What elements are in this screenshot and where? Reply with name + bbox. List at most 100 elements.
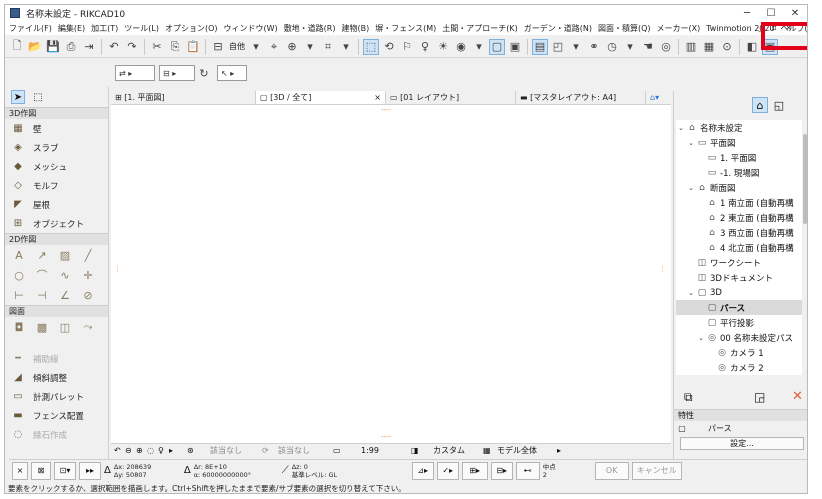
expand-icon[interactable]: ⌄ <box>676 124 686 132</box>
filter-dropdown-1[interactable]: 該当なし <box>210 445 262 456</box>
midpoint-setting[interactable]: 中点 2 <box>543 463 579 479</box>
nudge-icon[interactable]: ▸▸ <box>79 461 101 480</box>
sun-icon[interactable]: ☀ <box>435 39 451 55</box>
level-dim-icon[interactable]: ⊣ <box>34 289 50 302</box>
menu-tools[interactable]: ツール(L) <box>124 23 159 34</box>
menu-modify[interactable]: 加工(T) <box>91 23 118 34</box>
tree-item[interactable]: ⌄ ▢ 3D <box>676 285 802 300</box>
snap-option-icon[interactable]: ⊡▾ <box>54 461 76 480</box>
angle-dim-icon[interactable]: ∠ <box>57 289 73 302</box>
tree-item[interactable]: ◎ カメラ 2 <box>676 360 802 375</box>
offset-icon[interactable]: ⊞▸ <box>461 461 488 480</box>
tree-item[interactable]: ◫ 3Dドキュメント <box>676 270 802 285</box>
tab-layout[interactable]: ▭ [01 レイアウト] <box>386 91 516 104</box>
settings-button[interactable]: 設定... <box>680 437 804 450</box>
open-file-icon[interactable]: 📂 <box>27 39 43 55</box>
change-icon[interactable]: ⤳ <box>80 320 96 334</box>
zoom-check-icon[interactable]: ⊙ <box>719 39 735 55</box>
drawing-icon[interactable]: ◫ <box>57 321 73 334</box>
marquee-select-icon[interactable]: ⬚ <box>31 90 45 104</box>
layer-icon[interactable]: ⊟ <box>210 39 226 55</box>
clone-icon[interactable]: ⧉ <box>684 390 693 405</box>
bottom-resize-grip[interactable]: ---- <box>381 433 391 441</box>
pointer-options-button[interactable]: ↖ ▸ <box>217 65 247 81</box>
menu-drawing[interactable]: 図面・積算(Q) <box>598 23 651 34</box>
parallel-icon[interactable]: ▣ <box>507 39 523 55</box>
label-icon[interactable]: ↗ <box>34 249 50 262</box>
guide-icon[interactable]: ⊟▸ <box>490 461 513 480</box>
tree-item[interactable]: ⌄ ⌂ 名称未設定 <box>676 120 802 135</box>
measure-icon[interactable]: ⊷ <box>515 461 540 480</box>
tree-item[interactable]: ◎ カメラ 1 <box>676 345 802 360</box>
menu-window[interactable]: ウィンドウ(W) <box>224 23 278 34</box>
tree-item[interactable]: ⌄ ◎ 00 名称未設定パス <box>676 330 802 345</box>
polyline-icon[interactable]: ⌒ <box>34 267 50 283</box>
copy-icon[interactable]: ⎘ <box>167 39 183 55</box>
menu-approach[interactable]: 土間・アプローチ(K) <box>442 23 518 34</box>
menu-building[interactable]: 建物(B) <box>342 23 370 34</box>
align-icon[interactable]: ⊿▸ <box>411 461 434 480</box>
layer-settings-icon[interactable]: ◰ <box>550 39 566 55</box>
building-icon[interactable]: ▦ <box>701 39 717 55</box>
tree-item[interactable]: ⌄ ▭ 平面図 <box>676 135 802 150</box>
hand-icon[interactable]: ☚ <box>640 39 656 55</box>
3d-canvas[interactable]: ---- ⋮ ⋮ ---- <box>111 104 671 443</box>
perspective-icon[interactable]: ▢ <box>489 38 505 55</box>
menu-site-road[interactable]: 敷地・道路(R) <box>284 23 336 34</box>
dropdown-icon[interactable]: ▾ <box>338 39 354 55</box>
figure-icon[interactable]: ▩ <box>34 321 50 334</box>
tree-item[interactable]: ▭ -1. 現場図 <box>676 165 802 180</box>
dropdown-icon[interactable]: ▾ <box>568 39 584 55</box>
section-view-header[interactable]: 図面 <box>5 305 108 317</box>
line-icon[interactable]: ╱ <box>80 249 96 262</box>
tab-3d-all[interactable]: ▢ [3D / 全て] × <box>256 91 386 104</box>
snap-icon[interactable]: ⌖ <box>266 39 282 55</box>
top-resize-grip[interactable]: ---- <box>381 106 391 114</box>
geometry-method-icon[interactable]: ⊠ <box>31 461 51 480</box>
dropdown-icon[interactable]: ▸ <box>557 446 571 455</box>
new-view-icon[interactable]: ◲ <box>754 390 765 404</box>
scroll-thumb[interactable] <box>803 134 807 224</box>
expand-icon[interactable]: ⌄ <box>686 184 696 192</box>
tree-item[interactable]: ⌂ 1 南立面 (自動再構 <box>676 195 802 210</box>
tool-roof[interactable]: ◤ 屋根 <box>5 195 108 214</box>
layer-dropdown[interactable]: カスタム <box>433 445 483 456</box>
tree-item[interactable]: ▢ パース <box>676 300 802 315</box>
arrow-select-icon[interactable]: ➤ <box>11 90 25 104</box>
rotate-view-icon[interactable]: ↻ <box>196 65 212 81</box>
render-icon[interactable]: ◉ <box>453 39 469 55</box>
coord-ra[interactable]: Δr: 8E+10 α: 60000000000° <box>194 463 280 479</box>
orbit-icon[interactable]: ⟲ <box>381 39 397 55</box>
chart-icon[interactable]: ▤ <box>532 38 548 55</box>
model-dropdown[interactable]: モデル全体 <box>497 445 557 456</box>
expand-icon[interactable]: ⌄ <box>696 334 706 342</box>
calculate-icon[interactable]: ▥ <box>683 39 699 55</box>
maximize-button[interactable]: ☐ <box>759 5 783 21</box>
info-icon[interactable]: ◎ <box>658 39 674 55</box>
cancel-button[interactable]: キャンセル <box>631 461 682 480</box>
dimension-icon[interactable]: ⊢ <box>11 289 27 302</box>
tab-list-dropdown[interactable]: ⌂▾ <box>646 91 670 104</box>
menu-edit[interactable]: 編集(E) <box>58 23 85 34</box>
close-tab-icon[interactable]: × <box>374 93 381 102</box>
new-file-icon[interactable]: 🗋 <box>9 39 25 55</box>
menu-maker[interactable]: メーカー(X) <box>657 23 701 34</box>
redo-icon[interactable]: ↷ <box>124 39 140 55</box>
radial-dim-icon[interactable]: ⊘ <box>80 289 96 302</box>
scale-dropdown[interactable]: 1:99 <box>361 446 411 455</box>
cut-icon[interactable]: ✂ <box>149 39 165 55</box>
tree-item[interactable]: ⌄ ⌂ 断面図 <box>676 180 802 195</box>
stamp-icon[interactable]: ⊕ <box>284 39 300 55</box>
section-2d-header[interactable]: 2D作図 <box>5 233 108 245</box>
menu-fence[interactable]: 塀・フェンス(M) <box>375 23 436 34</box>
tab-master-layout[interactable]: ▬ [マスタレイアウト: A4] <box>516 91 646 104</box>
circle-icon[interactable]: ○ <box>11 269 27 282</box>
close-button[interactable]: ✕ <box>783 5 807 21</box>
camera-icon[interactable]: ◷ <box>604 39 620 55</box>
tree-item[interactable]: ▭ 1. 平面図 <box>676 150 802 165</box>
left-resize-grip[interactable]: ⋮ <box>114 265 121 273</box>
view-mode-label[interactable]: 自他 <box>229 41 245 52</box>
hotspot-icon[interactable]: ✛ <box>80 269 96 282</box>
window-icon[interactable]: ◧ <box>744 39 760 55</box>
coord-z[interactable]: Δz: 0 基準レベル: GL <box>292 463 364 479</box>
